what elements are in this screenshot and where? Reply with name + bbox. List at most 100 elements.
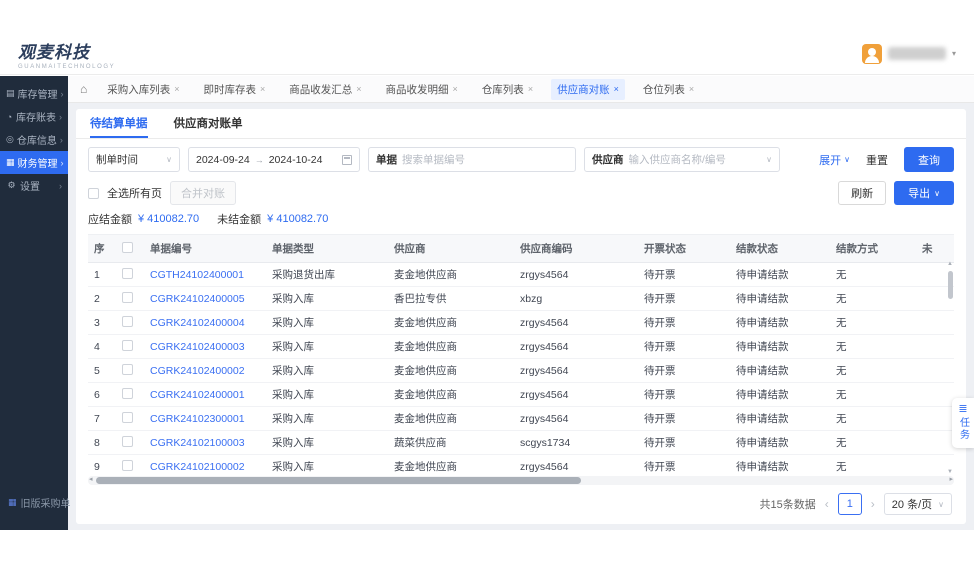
open-tab[interactable]: 仓位列表 × [637,79,700,100]
open-tab[interactable]: 供应商对账 × [551,79,625,100]
sidebar-item[interactable]: ▤ 库存管理 › [0,82,68,105]
refresh-button[interactable]: 刷新 [838,181,886,205]
cell-invoice-status: 待开票 [638,287,730,311]
subtab[interactable]: 供应商对账单 [174,109,243,138]
sidebar-item-icon: ⚙ [6,180,17,191]
legacy-purchase-link[interactable]: ▦ 旧版采购单 [8,495,71,510]
cell-checkbox [116,431,144,455]
expand-filters-button[interactable]: 展开 ∨ [819,152,850,168]
row-checkbox[interactable] [122,340,133,351]
cell-doc-type: 采购入库 [266,455,388,476]
close-icon[interactable]: × [528,84,533,94]
row-checkbox[interactable] [122,292,133,303]
cell-seq: 7 [88,407,116,431]
open-tab[interactable]: 即时库存表 × [198,79,272,100]
cell-settle-status: 待申请结款 [730,407,830,431]
col-supplier: 供应商 [388,235,514,263]
cell-doc-no-link[interactable]: CGRK24102100002 [144,455,266,476]
main-content: ⌂ 采购入库列表 × 即时库存表 × [68,76,974,530]
close-icon[interactable]: × [453,84,458,94]
user-name-redacted [888,47,946,60]
header-checkbox[interactable] [122,242,133,253]
export-button[interactable]: 导出 ∨ [894,181,954,205]
sidebar-item[interactable]: ▦ 财务管理 › [0,151,68,174]
sidebar-item-label: 财务管理 [18,155,58,170]
open-tab[interactable]: 商品收发明细 × [380,79,464,100]
sidebar-item[interactable]: ◔ 库存账表 › [0,105,68,128]
cell-doc-no-link[interactable]: CGRK24102400001 [144,383,266,407]
row-checkbox[interactable] [122,316,133,327]
scroll-right-icon[interactable]: ▸ [949,475,953,483]
vertical-scroll-thumb[interactable] [948,271,953,299]
time-type-select[interactable]: 制单时间 ∨ [88,147,180,172]
close-icon[interactable]: × [356,84,361,94]
reset-button[interactable]: 重置 [860,148,894,172]
table-row: 9 CGRK24102100002 采购入库 麦金地供应商 zrgys4564 … [88,455,954,476]
cell-doc-no-link[interactable]: CGRK24102400004 [144,311,266,335]
chevron-right-icon: › [61,158,64,168]
horizontal-scrollbar[interactable]: ◂ ▸ [88,476,954,485]
cell-supplier: 麦金地供应商 [388,455,514,476]
sidebar-item-icon: ◎ [6,134,14,145]
row-checkbox[interactable] [122,268,133,279]
sidebar-item[interactable]: ⚙ 设置 › [0,174,68,197]
unsettled-label: 未结金额 [217,211,261,227]
sidebar-item-icon: ◔ [6,112,13,122]
table-row: 2 CGRK24102400005 采购入库 香巴拉专供 xbzg 待开票 待申… [88,287,954,311]
date-range-picker[interactable]: 2024-09-24 → 2024-10-24 [188,147,360,172]
page-size-select[interactable]: 20 条/页 ∨ [884,493,952,515]
chevron-down-icon: ∨ [766,155,772,164]
cell-settle-status: 待申请结款 [730,359,830,383]
cell-invoice-status: 待开票 [638,455,730,476]
sidebar-item-icon: ▤ [6,88,15,99]
sidebar-item-label: 库存管理 [18,86,58,101]
current-page-button[interactable]: 1 [838,493,862,515]
cell-doc-no-link[interactable]: CGRK24102100003 [144,431,266,455]
close-icon[interactable]: × [174,84,179,94]
horizontal-scroll-thumb[interactable] [96,477,581,484]
task-widget[interactable]: ≣ 任务 [952,398,974,448]
row-checkbox[interactable] [122,388,133,399]
subtab[interactable]: 待结算单据 [90,109,148,138]
cell-doc-type: 采购入库 [266,335,388,359]
open-tab[interactable]: 采购入库列表 × [101,79,185,100]
merge-reconcile-button[interactable]: 合并对账 [170,181,236,205]
subtabs: 待结算单据 供应商对账单 [76,109,966,139]
doc-number-input[interactable]: 单据 搜索单据编号 [368,147,576,172]
close-icon[interactable]: × [689,84,694,94]
row-checkbox[interactable] [122,436,133,447]
close-icon[interactable]: × [260,84,265,94]
select-all-checkbox[interactable] [88,188,99,199]
cell-doc-no-link[interactable]: CGRK24102400003 [144,335,266,359]
cell-doc-no-link[interactable]: CGRK24102400005 [144,287,266,311]
home-icon[interactable]: ⌂ [80,82,87,96]
prev-page-button[interactable]: ‹ [825,497,829,511]
cell-doc-no-link[interactable]: CGTH24102400001 [144,263,266,287]
cell-settle-method: 无 [830,335,916,359]
row-checkbox[interactable] [122,412,133,423]
sidebar-item[interactable]: ◎ 仓库信息 › [0,128,68,151]
open-tab[interactable]: 商品收发汇总 × [283,79,367,100]
cell-doc-type: 采购入库 [266,431,388,455]
scroll-up-icon[interactable]: ▲ [947,261,953,267]
cell-supplier-code: zrgys4564 [514,311,638,335]
row-checkbox[interactable] [122,460,133,471]
cell-settle-method: 无 [830,359,916,383]
subtab-label: 待结算单据 [90,115,148,131]
row-checkbox[interactable] [122,364,133,375]
search-button[interactable]: 查询 [904,147,954,172]
cell-invoice-status: 待开票 [638,263,730,287]
supplier-select[interactable]: 供应商 输入供应商名称/编号 ∨ [584,147,780,172]
total-count: 共15条数据 [760,496,816,512]
cell-supplier-code: scgys1734 [514,431,638,455]
open-tab[interactable]: 仓库列表 × [476,79,539,100]
user-menu[interactable]: ▾ [862,44,956,64]
cell-doc-type: 采购入库 [266,359,388,383]
cell-doc-no-link[interactable]: CGRK24102300001 [144,407,266,431]
next-page-button[interactable]: › [871,497,875,511]
table-row: 3 CGRK24102400004 采购入库 麦金地供应商 zrgys4564 … [88,311,954,335]
close-icon[interactable]: × [614,84,619,94]
chevron-down-icon: ∨ [938,500,944,509]
scroll-left-icon[interactable]: ◂ [89,475,93,483]
cell-doc-no-link[interactable]: CGRK24102400002 [144,359,266,383]
